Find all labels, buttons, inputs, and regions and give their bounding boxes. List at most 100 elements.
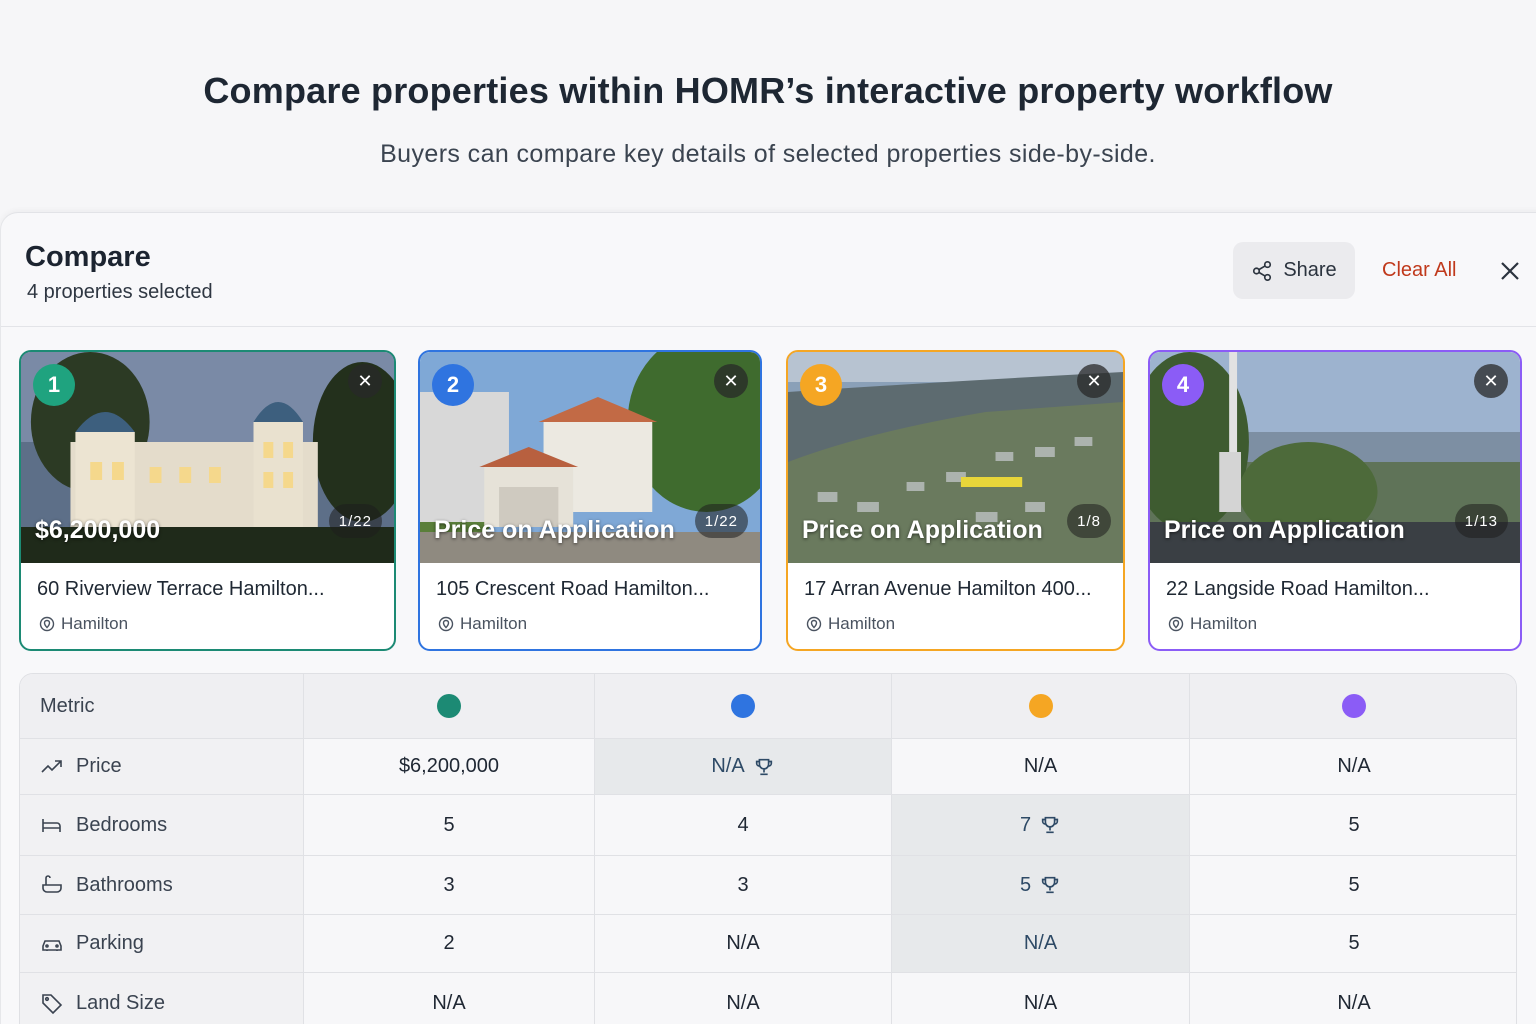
value-cell: N/A — [1190, 973, 1516, 1024]
metric-label-cell: Land Size — [20, 973, 304, 1024]
trend-up-icon — [41, 759, 62, 773]
bed-icon — [42, 819, 61, 832]
value-cell: 5 — [892, 856, 1190, 914]
property-price: Price on Application — [1164, 516, 1405, 544]
metric-label: Land Size — [76, 991, 165, 1014]
metric-value: 5 — [1348, 932, 1360, 954]
metric-label-cell: Price — [20, 739, 304, 794]
property-color-dot — [437, 694, 461, 718]
property-price: Price on Application — [434, 516, 675, 544]
metric-value: N/A — [726, 932, 760, 954]
table-header-row: Metric — [20, 674, 1516, 739]
property-color-dot — [1028, 694, 1053, 718]
property-card-2[interactable]: 2 ✕ Price on Application 1/22 105 Cresce… — [418, 350, 762, 651]
value-cell: $6,200,000 — [304, 739, 595, 794]
value-cell: 5 — [304, 795, 595, 855]
car-icon — [42, 939, 62, 951]
property-location: Hamilton — [806, 614, 895, 634]
value-cell: N/A — [595, 915, 892, 972]
photo-counter: 1/22 — [694, 504, 748, 538]
metric-header: Metric — [20, 674, 304, 738]
property-suburb: Hamilton — [828, 614, 896, 633]
property-location: Hamilton — [39, 614, 128, 634]
clear-all-button[interactable]: Clear All — [1382, 259, 1456, 282]
property-address[interactable]: 60 Riverview Terrace Hamilton... — [37, 578, 382, 601]
property-address[interactable]: 22 Langside Road Hamilton... — [1166, 578, 1508, 601]
photo-counter: 1/22 — [328, 504, 382, 538]
share-button[interactable]: Share — [1233, 242, 1355, 299]
trophy-icon — [1041, 876, 1059, 894]
trophy-icon — [1041, 816, 1059, 834]
value-cell: 3 — [595, 856, 892, 914]
metric-label: Bedrooms — [76, 813, 168, 836]
metric-value: 3 — [443, 873, 455, 896]
property-number-badge: 4 — [1162, 364, 1204, 406]
remove-property-button[interactable]: ✕ — [1474, 364, 1508, 398]
map-pin-icon — [806, 616, 822, 632]
photo-counter: 1/13 — [1454, 504, 1508, 538]
column-header-1 — [304, 674, 595, 738]
property-address[interactable]: 105 Crescent Road Hamilton... — [436, 578, 748, 601]
metric-value: N/A — [1337, 755, 1371, 777]
property-location: Hamilton — [438, 614, 527, 634]
value-cell: N/A — [1190, 739, 1516, 794]
property-suburb: Hamilton — [460, 614, 528, 633]
map-pin-icon — [1168, 616, 1184, 632]
panel-subtitle: 4 properties selected — [27, 281, 213, 303]
close-icon: ✕ — [1483, 370, 1499, 391]
property-color-dot — [1342, 694, 1366, 718]
remove-property-button[interactable]: ✕ — [1077, 364, 1111, 398]
close-icon[interactable] — [1498, 259, 1522, 283]
metric-label: Parking — [76, 932, 144, 954]
hero-section: Compare properties within HOMR’s interac… — [0, 0, 1536, 212]
property-color-dot — [731, 694, 755, 718]
remove-property-button[interactable]: ✕ — [348, 364, 382, 398]
value-cell: N/A — [304, 973, 595, 1024]
property-card-3[interactable]: 3 ✕ Price on Application 1/8 17 Arran Av… — [786, 350, 1125, 651]
property-price: $6,200,000 — [35, 516, 161, 544]
table-row: Bedrooms 5 4 7 5 — [20, 795, 1516, 856]
metric-value: N/A — [432, 991, 466, 1014]
metric-value: N/A — [1023, 932, 1058, 954]
value-cell: N/A — [892, 739, 1190, 794]
comparison-table: Metric Price $6,200,000 N/A N/A N/A Bedr… — [19, 673, 1517, 1024]
metric-value: N/A — [711, 755, 745, 777]
metric-value: $6,200,000 — [398, 755, 500, 777]
metric-value: N/A — [726, 991, 760, 1014]
tag-icon — [42, 994, 63, 1015]
metric-value: 5 — [1019, 873, 1032, 896]
value-cell: N/A — [595, 973, 892, 1024]
property-card-4[interactable]: 4 ✕ Price on Application 1/13 22 Langsid… — [1148, 350, 1522, 651]
metric-value: 7 — [1019, 813, 1032, 836]
property-card-1[interactable]: 1 ✕ $6,200,000 1/22 60 Riverview Terrace… — [19, 350, 396, 651]
property-number-badge: 2 — [432, 364, 474, 406]
metric-label: Bathrooms — [76, 873, 173, 896]
remove-property-button[interactable]: ✕ — [714, 364, 748, 398]
metric-label-cell: Parking — [20, 915, 304, 972]
column-header-2 — [595, 674, 892, 738]
property-suburb: Hamilton — [1190, 614, 1258, 633]
metric-value: 3 — [737, 873, 749, 896]
value-cell: 5 — [1190, 915, 1516, 972]
hero-subtitle: Buyers can compare key details of select… — [380, 140, 1156, 168]
bath-icon — [42, 875, 62, 893]
close-icon: ✕ — [1086, 370, 1102, 391]
metric-value: 5 — [443, 813, 455, 836]
value-cell: 7 — [892, 795, 1190, 855]
table-row: Bathrooms 3 3 5 5 — [20, 856, 1516, 915]
metric-label-cell: Bathrooms — [20, 856, 304, 914]
property-location: Hamilton — [1168, 614, 1257, 634]
compare-panel-header: Compare 4 properties selected Share Clea… — [1, 213, 1536, 327]
value-cell: N/A — [892, 915, 1190, 972]
property-suburb: Hamilton — [61, 614, 129, 633]
metric-label-cell: Bedrooms — [20, 795, 304, 855]
metric-value: 2 — [443, 932, 455, 954]
property-address[interactable]: 17 Arran Avenue Hamilton 400... — [804, 578, 1111, 601]
property-price: Price on Application — [802, 516, 1043, 544]
table-row: Parking 2 N/A N/A 5 — [20, 915, 1516, 973]
map-pin-icon — [39, 616, 55, 632]
share-icon — [1253, 260, 1272, 281]
hero-title: Compare properties within HOMR’s interac… — [203, 70, 1333, 111]
value-cell: N/A — [595, 739, 892, 794]
property-number-badge: 3 — [800, 364, 842, 406]
